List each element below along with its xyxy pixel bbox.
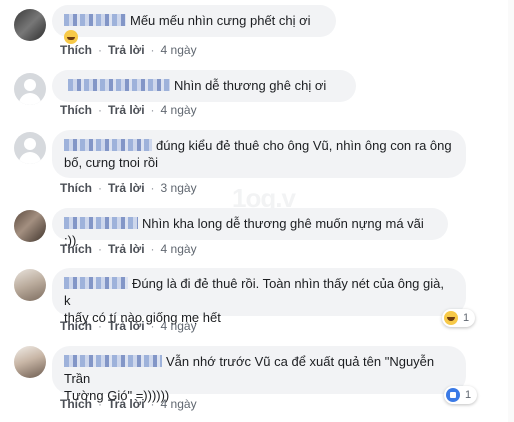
comment-actions: Thích · Trả lời · 4 ngày xyxy=(60,319,197,333)
avatar[interactable] xyxy=(14,73,46,105)
like-link[interactable]: Thích xyxy=(60,397,92,411)
haha-reaction-icon xyxy=(444,311,458,325)
avatar[interactable] xyxy=(14,346,46,378)
comment-actions: Thích · Trả lời · 4 ngày xyxy=(60,242,197,256)
like-link[interactable]: Thích xyxy=(60,242,92,256)
reply-link[interactable]: Trả lời xyxy=(108,103,145,117)
comment-bubble: Mếu mếu nhìn cưng phết chị ơi xyxy=(52,5,336,44)
comment-bubble: Đúng là đi đẻ thuê rồi. Toàn nhìn thấy n… xyxy=(52,268,466,325)
comment-text-line1: đúng kiểu đẻ thuê cho ông Vũ, nhìn ông c… xyxy=(156,138,452,153)
like-link[interactable]: Thích xyxy=(60,319,92,333)
author-name-blurred[interactable] xyxy=(64,217,138,229)
comment-bubble: Nhìn kha long dễ thương ghê muốn nựng má… xyxy=(52,208,448,248)
like-reaction-icon xyxy=(446,388,460,402)
avatar[interactable] xyxy=(14,9,46,41)
avatar[interactable] xyxy=(14,269,46,301)
like-link[interactable]: Thích xyxy=(60,103,92,117)
scrollbar[interactable] xyxy=(508,0,514,422)
timestamp[interactable]: 4 ngày xyxy=(161,242,197,256)
comment-actions: Thích · Trả lời · 4 ngày xyxy=(60,43,197,57)
laughing-emoji-icon xyxy=(64,30,78,44)
author-name-blurred[interactable] xyxy=(64,14,126,26)
timestamp[interactable]: 4 ngày xyxy=(161,319,197,333)
reaction-count-badge[interactable]: 1 xyxy=(442,309,476,327)
timestamp[interactable]: 3 ngày xyxy=(161,181,197,195)
reply-link[interactable]: Trả lời xyxy=(108,43,145,57)
author-name-blurred[interactable] xyxy=(64,355,162,367)
reaction-count: 1 xyxy=(463,312,470,324)
timestamp[interactable]: 4 ngày xyxy=(161,43,197,57)
author-name-blurred[interactable] xyxy=(68,79,170,91)
author-name-blurred[interactable] xyxy=(64,277,128,289)
reply-link[interactable]: Trả lời xyxy=(108,181,145,195)
comment-text: Nhìn dễ thương ghê chị ơi xyxy=(174,78,327,93)
comment-text: Mếu mếu nhìn cưng phết chị ơi xyxy=(130,13,311,28)
reply-link[interactable]: Trả lời xyxy=(108,319,145,333)
comment-bubble: Nhìn dễ thương ghê chị ơi xyxy=(52,70,356,102)
author-name-blurred[interactable] xyxy=(64,139,152,151)
reaction-count: 1 xyxy=(465,389,472,401)
reply-link[interactable]: Trả lời xyxy=(108,397,145,411)
reaction-count-badge[interactable]: 1 xyxy=(444,386,478,404)
reply-link[interactable]: Trả lời xyxy=(108,242,145,256)
like-link[interactable]: Thích xyxy=(60,181,92,195)
comment-bubble: đúng kiểu đẻ thuê cho ông Vũ, nhìn ông c… xyxy=(52,130,466,178)
avatar[interactable] xyxy=(14,210,46,242)
timestamp[interactable]: 4 ngày xyxy=(161,103,197,117)
comment-bubble: Vẫn nhớ trước Vũ ca để xuất quả tên "Ngu… xyxy=(52,346,466,403)
timestamp[interactable]: 4 ngày xyxy=(161,397,197,411)
comment-actions: Thích · Trả lời · 4 ngày xyxy=(60,397,197,411)
avatar[interactable] xyxy=(14,132,46,164)
comment-actions: Thích · Trả lời · 4 ngày xyxy=(60,103,197,117)
comment-actions: Thích · Trả lời · 3 ngày xyxy=(60,181,197,195)
comment-text-line2: bố, cưng tnoi rồi xyxy=(64,155,158,170)
like-link[interactable]: Thích xyxy=(60,43,92,57)
